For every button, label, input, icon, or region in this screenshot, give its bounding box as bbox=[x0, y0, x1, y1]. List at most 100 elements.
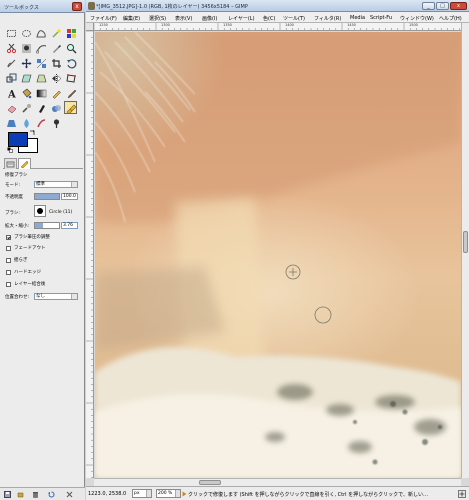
alignment-select[interactable]: なし bbox=[34, 293, 78, 300]
menu-script-fu[interactable]: Script-Fu bbox=[370, 15, 392, 21]
tool-blend[interactable] bbox=[34, 86, 47, 99]
status-message: クリックで修復します (Shift を押しながらクリックで直線を引く, Ctrl… bbox=[188, 492, 428, 498]
vertical-scrollbar[interactable] bbox=[461, 23, 469, 478]
tool-pencil[interactable] bbox=[49, 86, 62, 99]
menu-edit[interactable]: 編集(E) bbox=[123, 15, 140, 22]
zoom-icon bbox=[67, 44, 77, 54]
tool-fuzzy-select[interactable] bbox=[49, 26, 62, 39]
image-window-titlebar[interactable]: *[IMG_3512.JPG]-1.0 (RGB, 1枚のレイヤー) 3456x… bbox=[86, 0, 469, 12]
close-button[interactable]: x bbox=[450, 2, 467, 10]
tool-ellipse-select[interactable] bbox=[19, 26, 32, 39]
eraser-icon bbox=[7, 105, 17, 114]
toolbox-titlebar[interactable]: ツールボックス x bbox=[0, 0, 85, 13]
tool-scissors-select[interactable] bbox=[4, 41, 17, 54]
tool-eraser[interactable] bbox=[4, 101, 17, 114]
checkbox-hard-edge[interactable] bbox=[6, 270, 11, 275]
tab-heal-tool[interactable] bbox=[18, 158, 31, 169]
tool-select-by-color[interactable] bbox=[64, 26, 77, 39]
scissors-select-icon bbox=[6, 43, 17, 54]
menu-tools[interactable]: ツール(T) bbox=[283, 15, 305, 22]
mode-select[interactable]: 標準 bbox=[34, 181, 78, 188]
scale-slider[interactable] bbox=[34, 222, 60, 229]
vertical-scrollbar-thumb[interactable] bbox=[463, 231, 468, 253]
color-area bbox=[5, 128, 55, 156]
menu-view[interactable]: 表示(V) bbox=[175, 15, 192, 22]
minimize-button[interactable]: _ bbox=[422, 2, 435, 10]
text-icon: A bbox=[7, 90, 16, 100]
paintbrush-icon bbox=[67, 89, 77, 99]
tool-perspective[interactable] bbox=[34, 71, 47, 84]
gimp-app-icon bbox=[88, 2, 95, 10]
restore-options-icon[interactable] bbox=[17, 491, 24, 498]
tool-zoom[interactable] bbox=[64, 41, 77, 54]
checkbox-fade[interactable] bbox=[6, 246, 11, 251]
mode-label: モード: bbox=[5, 183, 21, 188]
tool-move[interactable] bbox=[19, 56, 32, 69]
statusbar: 1223.0, 2538.0 px 200 % クリックで修復します (Shif… bbox=[86, 486, 469, 500]
tab-tool-options[interactable] bbox=[4, 158, 17, 169]
tool-text[interactable]: A bbox=[4, 86, 17, 100]
menu-filters[interactable]: フィルタ(R) bbox=[314, 15, 341, 22]
tool-rotate[interactable] bbox=[64, 56, 77, 69]
menu-windows[interactable]: ウィンドウ(W) bbox=[400, 15, 434, 22]
zoom-select[interactable]: 200 % bbox=[156, 489, 181, 498]
checkbox-pressure[interactable] bbox=[6, 235, 11, 240]
tool-flip[interactable] bbox=[49, 71, 62, 84]
checkbox-sample-merged[interactable] bbox=[6, 282, 11, 287]
tool-crop[interactable] bbox=[49, 56, 62, 69]
maximize-button[interactable]: □ bbox=[436, 2, 449, 10]
default-colors-icon[interactable] bbox=[7, 147, 13, 153]
tool-clone[interactable] bbox=[49, 101, 62, 114]
toolbox-close-button[interactable]: x bbox=[72, 2, 82, 11]
tool-measure[interactable] bbox=[4, 56, 17, 69]
tool-options-icon bbox=[6, 161, 15, 168]
opacity-spinner[interactable]: 100.0 bbox=[61, 193, 78, 200]
menu-layer[interactable]: レイヤー(L) bbox=[228, 15, 255, 22]
scale-slider-fill bbox=[35, 223, 44, 228]
mode-value: 標準 bbox=[36, 182, 45, 187]
tool-foreground-select[interactable] bbox=[19, 41, 32, 54]
tool-align[interactable] bbox=[34, 56, 47, 69]
image-canvas[interactable] bbox=[95, 32, 461, 478]
unit-select[interactable]: px bbox=[132, 489, 152, 498]
close-tab-icon[interactable] bbox=[66, 491, 73, 498]
opacity-slider[interactable] bbox=[34, 193, 60, 200]
menu-file[interactable]: ファイル(F) bbox=[90, 15, 117, 22]
delete-options-icon[interactable] bbox=[32, 491, 39, 498]
tool-ink[interactable] bbox=[34, 101, 47, 114]
free-select-icon bbox=[36, 30, 46, 38]
tool-airbrush[interactable] bbox=[19, 101, 32, 114]
tool-paths[interactable] bbox=[34, 41, 47, 54]
brush-preview-button[interactable] bbox=[34, 205, 46, 217]
tool-color-picker[interactable] bbox=[49, 41, 62, 54]
tool-free-select[interactable] bbox=[34, 26, 47, 39]
tool-bucket-fill[interactable] bbox=[19, 86, 32, 99]
menu-help[interactable]: ヘルプ(H) bbox=[439, 15, 462, 22]
foreground-color-swatch[interactable] bbox=[8, 132, 28, 147]
checkbox-pressure-label: ブラシ筆圧の調整 bbox=[14, 235, 50, 240]
horizontal-scrollbar[interactable] bbox=[94, 478, 461, 486]
tool-rect-select[interactable] bbox=[4, 26, 17, 39]
navigate-icon[interactable] bbox=[458, 490, 466, 498]
menu-image[interactable]: 画像(I) bbox=[202, 15, 217, 22]
tool-shear[interactable] bbox=[19, 71, 32, 84]
tool-heal[interactable] bbox=[64, 101, 77, 114]
image-window-title: *[IMG_3512.JPG]-1.0 (RGB, 1枚のレイヤー) 3456x… bbox=[96, 4, 248, 10]
tool-cage-transform[interactable] bbox=[64, 71, 77, 84]
scale-value: 3.76 bbox=[63, 223, 74, 228]
vertical-ruler[interactable] bbox=[86, 31, 94, 478]
tool-scale[interactable] bbox=[4, 71, 17, 84]
zoom-value: 200 % bbox=[158, 491, 173, 496]
ruler-label: 1250 bbox=[99, 23, 108, 27]
save-options-icon[interactable] bbox=[4, 491, 11, 498]
horizontal-scrollbar-thumb[interactable] bbox=[199, 480, 221, 485]
menu-select[interactable]: 選択(S) bbox=[149, 15, 166, 22]
reset-options-icon[interactable] bbox=[48, 491, 55, 498]
tool-paintbrush[interactable] bbox=[64, 86, 77, 99]
horizontal-ruler[interactable]: 1250 1300 1350 1400 1450 1500 bbox=[94, 23, 461, 31]
swap-colors-icon[interactable] bbox=[29, 130, 35, 136]
checkbox-jitter[interactable] bbox=[6, 258, 11, 263]
menu-media[interactable]: Media bbox=[350, 15, 365, 21]
scale-spinner[interactable]: 3.76 bbox=[61, 222, 78, 229]
menu-colors[interactable]: 色(C) bbox=[263, 15, 275, 22]
